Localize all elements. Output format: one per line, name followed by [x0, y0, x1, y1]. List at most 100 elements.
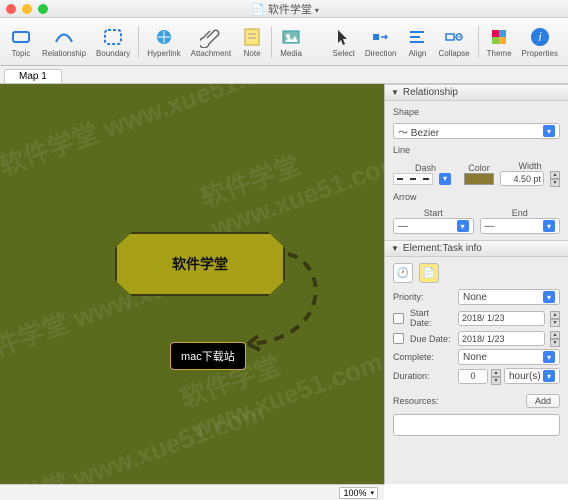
- boundary-icon: [102, 26, 124, 48]
- color-label: Color: [464, 163, 494, 173]
- arrow-start-select[interactable]: —▾: [393, 218, 474, 234]
- toolbar: Topic Relationship Boundary Hyperlink Attach…: [0, 18, 568, 66]
- align-icon: [406, 26, 428, 48]
- media-icon: [280, 26, 302, 48]
- disclosure-triangle-icon: ▼: [391, 88, 399, 97]
- note-icon[interactable]: 📄: [419, 263, 439, 283]
- hyperlink-icon: [153, 26, 175, 48]
- section-title: Element:Task info: [403, 243, 482, 254]
- toolbar-properties-button[interactable]: iProperties: [518, 24, 562, 60]
- canvas[interactable]: 软件学堂 www.xue51.com 软件学堂 www.xue51.com 软件…: [0, 84, 384, 484]
- due-date-label: Due Date:: [410, 334, 451, 344]
- toolbar-label: Theme: [487, 49, 512, 58]
- priority-select[interactable]: None▾: [458, 289, 560, 305]
- duration-label: Duration:: [393, 371, 453, 381]
- zoom-select[interactable]: 100%▾: [339, 487, 378, 499]
- chevron-down-icon: ▾: [543, 291, 555, 303]
- arrow-label: Arrow: [393, 192, 560, 202]
- chevron-down-icon: ▾: [543, 125, 555, 137]
- priority-label: Priority:: [393, 292, 453, 302]
- toolbar-note-button[interactable]: Note: [237, 24, 267, 60]
- chevron-down-icon: ▾: [543, 370, 555, 382]
- resources-field[interactable]: [393, 414, 560, 436]
- node-subtopic[interactable]: mac下载站: [170, 342, 246, 370]
- add-resource-button[interactable]: Add: [526, 394, 560, 408]
- toolbar-topic-button[interactable]: Topic: [6, 24, 36, 60]
- start-date-field[interactable]: 2018/ 1/23: [458, 311, 545, 326]
- toolbar-label: Collapse: [438, 49, 469, 58]
- section-title: Relationship: [403, 87, 458, 98]
- select-icon: [333, 26, 355, 48]
- toolbar-attachment-button[interactable]: Attachment: [187, 24, 235, 60]
- toolbar-label: Boundary: [96, 49, 130, 58]
- toolbar-label: Attachment: [191, 49, 231, 58]
- toolbar-collapse-button[interactable]: Collapse: [434, 24, 473, 60]
- toolbar-align-button[interactable]: Align: [402, 24, 432, 60]
- toolbar-select-button[interactable]: Select: [329, 24, 359, 60]
- start-date-label: Start Date:: [410, 308, 453, 328]
- watermark: 软件学堂 www.xue51.com: [0, 84, 299, 183]
- toolbar-label: Topic: [12, 49, 31, 58]
- tab-map1[interactable]: Map 1: [4, 69, 62, 83]
- node-central-topic[interactable]: 软件学堂: [115, 232, 285, 296]
- toolbar-label: Direction: [365, 49, 397, 58]
- duration-unit-select[interactable]: hour(s)▾: [504, 368, 560, 384]
- duration-field[interactable]: 0: [458, 369, 488, 384]
- watermark: 软件学堂 www.xue51.com: [194, 112, 384, 245]
- section-task-header[interactable]: ▼ Element:Task info: [385, 240, 568, 257]
- color-swatch[interactable]: [464, 173, 494, 185]
- tab-strip: Map 1: [0, 66, 568, 84]
- titlebar: 📄 软件学堂 ▾: [0, 0, 568, 18]
- arrow-start-label: Start: [393, 208, 474, 218]
- start-date-checkbox[interactable]: [393, 313, 404, 324]
- toolbar-label: Select: [333, 49, 355, 58]
- line-label: Line: [393, 145, 560, 155]
- resources-label: Resources:: [393, 396, 439, 406]
- direction-icon: [370, 26, 392, 48]
- relationship-icon: [53, 26, 75, 48]
- chevron-down-icon: ▾: [457, 220, 469, 232]
- shape-label: Shape: [393, 107, 560, 117]
- note-icon: [241, 26, 263, 48]
- attachment-icon: [200, 26, 222, 48]
- width-label: Width: [500, 161, 560, 171]
- section-relationship-header[interactable]: ▼ Relationship: [385, 84, 568, 101]
- toolbar-hyperlink-button[interactable]: Hyperlink: [143, 24, 184, 60]
- close-icon[interactable]: [6, 4, 16, 14]
- due-date-field[interactable]: 2018/ 1/23: [458, 331, 545, 346]
- start-date-stepper[interactable]: ▴▾: [550, 311, 560, 326]
- toolbar-label: Hyperlink: [147, 49, 180, 58]
- dash-label: Dash: [393, 163, 458, 173]
- toolbar-direction-button[interactable]: Direction: [361, 24, 401, 60]
- toolbar-boundary-button[interactable]: Boundary: [92, 24, 134, 60]
- toolbar-label: Note: [244, 49, 261, 58]
- chevron-down-icon: ▾: [543, 351, 555, 363]
- toolbar-relationship-button[interactable]: Relationship: [38, 24, 90, 60]
- due-date-stepper[interactable]: ▴▾: [550, 331, 560, 346]
- arrow-end-label: End: [480, 208, 561, 218]
- zoom-icon[interactable]: [38, 4, 48, 14]
- toolbar-label: Align: [409, 49, 427, 58]
- chevron-down-icon: ▾: [543, 220, 555, 232]
- watermark: 软件学堂 www.xue51.com: [175, 311, 384, 445]
- toolbar-label: Properties: [522, 49, 558, 58]
- arrow-end-select[interactable]: —▾: [480, 218, 561, 234]
- shape-select[interactable]: 〜 Bezier ▾: [393, 123, 560, 139]
- disclosure-triangle-icon: ▼: [391, 244, 399, 253]
- topic-icon: [10, 26, 32, 48]
- clock-icon[interactable]: 🕐: [393, 263, 413, 283]
- properties-icon: i: [529, 26, 551, 48]
- width-stepper[interactable]: ▴▾: [550, 171, 560, 186]
- toolbar-label: Relationship: [42, 49, 86, 58]
- complete-select[interactable]: None▾: [458, 349, 560, 365]
- dash-select[interactable]: [393, 173, 433, 185]
- toolbar-media-button[interactable]: Media: [276, 24, 306, 60]
- properties-panel: ▼ Relationship Shape 〜 Bezier ▾ Line Das…: [384, 84, 568, 484]
- toolbar-theme-button[interactable]: Theme: [483, 24, 516, 60]
- collapse-icon: [443, 26, 465, 48]
- due-date-checkbox[interactable]: [393, 333, 404, 344]
- duration-stepper[interactable]: ▴▾: [491, 369, 501, 384]
- width-field[interactable]: 4.50 pt: [500, 171, 544, 186]
- minimize-icon[interactable]: [22, 4, 32, 14]
- statusbar: 100%▾: [0, 484, 384, 500]
